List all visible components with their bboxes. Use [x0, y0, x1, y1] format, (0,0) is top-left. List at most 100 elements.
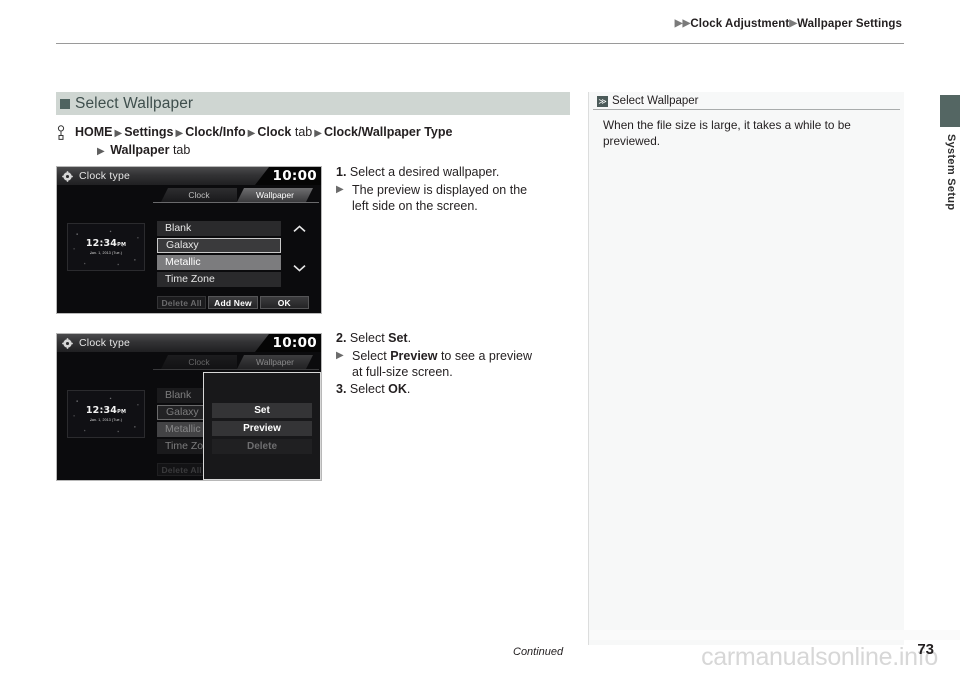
device-body: Clock Wallpaper 12:34PM Jan. 1, 2013 (Tu…	[57, 185, 321, 313]
square-bullet-icon	[60, 98, 70, 109]
screenshot-wallpaper-list: Clock type 10:00 Clock Wallpaper 12:34PM…	[56, 166, 322, 314]
edge-tab-label: System Setup	[945, 134, 957, 211]
nav-item-wallpaper-suffix: tab	[172, 143, 191, 157]
device-title: Clock type	[79, 337, 131, 349]
device-titlebar: Clock type 10:00	[57, 167, 321, 185]
wallpaper-preview-thumbnail: 12:34PM Jan. 1, 2013 (Tue.)	[67, 390, 145, 438]
nav-item-clock-wallpaper-type: Clock/Wallpaper Type	[323, 125, 453, 139]
list-item-blank[interactable]: Blank	[157, 221, 281, 236]
step-3-text-post: .	[406, 381, 411, 396]
breadcrumb-item-clock-adjustment: Clock Adjustment	[690, 18, 790, 30]
step-1-number: 1.	[336, 165, 347, 179]
hand-pointer-icon	[57, 125, 65, 140]
breadcrumb-item-wallpaper-settings: Wallpaper Settings	[797, 18, 902, 30]
step-arrow-icon: ▶	[336, 183, 344, 195]
tab-wallpaper[interactable]: Wallpaper	[237, 188, 313, 202]
step-2-number: 2.	[336, 331, 347, 345]
step-2: 2. Select Set.	[336, 330, 571, 347]
left-content-column: Select Wallpaper HOME ▶ Settings ▶ Clock/Inf…	[56, 92, 570, 160]
watermark-band	[590, 630, 960, 640]
nav-arrow-icon: ▶	[114, 128, 123, 139]
device-tabs: Clock Wallpaper	[153, 355, 319, 370]
breadcrumb-arrow-icon: ▶	[674, 18, 683, 29]
scroll-up-button[interactable]	[289, 222, 309, 236]
nav-item-clock-info: Clock/Info	[185, 125, 246, 139]
preview-date: Jan. 1, 2013 (Tue.)	[89, 418, 123, 423]
breadcrumb-arrow-icon: ▶	[682, 18, 691, 29]
nav-arrow-icon: ▶	[314, 128, 322, 139]
list-item-time-zone[interactable]: Time Zone	[157, 272, 281, 287]
preview-ampm: PM	[117, 241, 127, 248]
step-3-text-bold: OK	[388, 381, 407, 396]
preview-date: Jan. 1, 2013 (Tue.)	[89, 251, 123, 256]
chevron-down-icon	[292, 265, 306, 272]
wallpaper-list: Blank Galaxy Metallic Time Zone	[157, 221, 281, 289]
scroll-down-button[interactable]	[289, 261, 309, 275]
step-2-text-post: .	[407, 331, 412, 345]
step-2-sub-cont: at full-size screen.	[352, 365, 453, 379]
navigation-path-line2: ▶ Wallpaper tab	[75, 142, 570, 160]
sidebar-note-header: ≫ Select Wallpaper	[593, 92, 900, 110]
tab-wallpaper[interactable]: Wallpaper	[237, 355, 313, 369]
footer-continued: Continued	[513, 646, 564, 658]
step-group-2: 2. Select Set. ▶ Select Preview to see a …	[336, 330, 571, 397]
nav-arrow-icon: ▶	[247, 128, 256, 139]
device-tabs: Clock Wallpaper	[153, 188, 319, 203]
device-clock: 10:00	[272, 168, 317, 184]
step-1-text: Select a desired wallpaper.	[349, 165, 500, 179]
step-arrow-icon: ▶	[336, 349, 344, 361]
nav-item-home: HOME	[75, 125, 113, 139]
popup-delete-button[interactable]: Delete	[212, 439, 312, 454]
nav-item-settings: Settings	[124, 125, 174, 139]
nav-item-clock-suffix: tab	[294, 125, 313, 139]
section-header: Select Wallpaper	[56, 92, 570, 115]
header-divider	[56, 43, 904, 44]
tab-clock[interactable]: Clock	[161, 188, 237, 202]
popup-set-button[interactable]: Set	[212, 403, 312, 418]
popup-preview-button[interactable]: Preview	[212, 421, 312, 436]
gear-icon	[62, 170, 73, 182]
preview-ampm: PM	[117, 408, 127, 415]
wallpaper-preview-thumbnail: 12:34PM Jan. 1, 2013 (Tue.)	[67, 223, 145, 271]
device-button-row: Delete All Add New OK	[157, 296, 309, 309]
tab-clock[interactable]: Clock	[161, 355, 237, 369]
delete-all-button[interactable]: Delete All	[157, 296, 207, 309]
preview-time: 12:34PM	[85, 404, 127, 416]
step-1: 1. Select a desired wallpaper.	[336, 164, 571, 181]
breadcrumb-arrow-icon: ▶	[789, 18, 798, 29]
breadcrumb: ▶▶Clock Adjustment▶Wallpaper Settings	[675, 18, 902, 30]
tabs-underline	[153, 202, 319, 203]
navigation-path: HOME ▶ Settings ▶ Clock/Info ▶ Clock tab ▶ Clock…	[56, 124, 570, 160]
step-2-text-bold: Set	[388, 331, 408, 345]
delete-all-button[interactable]: Delete All	[157, 463, 207, 476]
preview-time: 12:34PM	[85, 237, 127, 249]
double-chevron-icon: ≫	[597, 95, 608, 107]
step-3: 3. Select OK.	[336, 381, 571, 398]
list-item-metallic[interactable]: Metallic	[157, 255, 281, 270]
step-2-text-pre: Select	[349, 331, 389, 345]
device-body: Clock Wallpaper 12:34PM Jan. 1, 2013 (Tu…	[57, 352, 321, 480]
page-title: Select Wallpaper	[75, 94, 194, 112]
nav-arrow-icon: ▶	[175, 128, 184, 139]
chevron-up-icon	[292, 225, 306, 232]
sidebar-note-panel: ≫ Select Wallpaper When the file size is…	[588, 92, 904, 645]
list-item-galaxy[interactable]: Galaxy	[157, 238, 281, 253]
watermark: carmanualsonline.info	[701, 643, 938, 671]
device-titlebar: Clock type 10:00	[57, 334, 321, 352]
add-new-button[interactable]: Add New	[208, 296, 258, 309]
sidebar-note-title: Select Wallpaper	[612, 95, 699, 107]
step-1-sub-cont: left side on the screen.	[352, 199, 478, 213]
page-number: 73	[917, 641, 934, 658]
step-2-sub: ▶ Select Preview to see a preview	[336, 348, 571, 365]
wallpaper-context-popup: Set Preview Delete	[203, 372, 321, 480]
nav-arrow-icon: ▶	[97, 146, 105, 157]
step-group-1: 1. Select a desired wallpaper. ▶ The prev…	[336, 164, 571, 215]
ok-button[interactable]: OK	[259, 296, 309, 309]
nav-item-wallpaper: Wallpaper	[110, 143, 170, 157]
step-1-sub-text: The preview is displayed on the	[352, 182, 528, 197]
step-2-sub-pre: Select	[352, 348, 391, 363]
edge-tab-marker	[940, 95, 960, 127]
gear-icon	[62, 337, 73, 349]
step-2-sub-bold: Preview	[390, 348, 438, 363]
step-3-number: 3.	[336, 381, 347, 396]
